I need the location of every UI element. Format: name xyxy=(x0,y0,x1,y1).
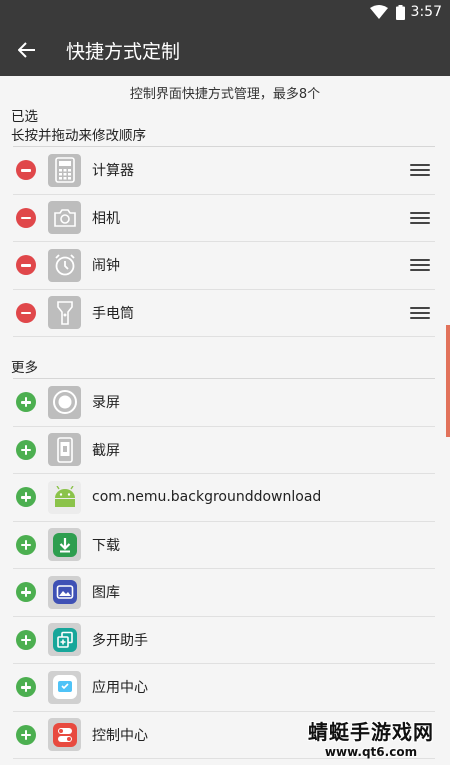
calculator-icon xyxy=(48,153,81,187)
watermark: 蜻蜓手游戏网 www.qt6.com xyxy=(308,716,434,759)
status-time: 3:57 xyxy=(410,4,442,20)
android-icon xyxy=(48,480,81,514)
selected-list: 计算器 相机 闹钟 手电筒 xyxy=(13,146,435,337)
list-item-flashlight[interactable]: 手电筒 xyxy=(13,290,435,337)
drag-handle-icon[interactable] xyxy=(410,164,430,177)
add-button[interactable] xyxy=(16,534,36,555)
remove-button[interactable] xyxy=(16,160,36,181)
list-item-screen-record[interactable]: 录屏 xyxy=(13,379,435,427)
list-item-alarm[interactable]: 闹钟 xyxy=(13,242,435,290)
page-title: 快捷方式定制 xyxy=(66,40,181,63)
add-button[interactable] xyxy=(16,439,36,460)
alarm-clock-icon xyxy=(48,248,81,282)
list-item-label: 录屏 xyxy=(92,395,120,412)
list-item-label: 手电筒 xyxy=(92,305,134,322)
remove-button[interactable] xyxy=(16,207,36,228)
list-item-label: 应用中心 xyxy=(92,680,148,697)
list-item-label: 多开助手 xyxy=(92,632,148,649)
list-item-camera[interactable]: 相机 xyxy=(13,195,435,242)
multi-open-icon xyxy=(48,623,81,657)
add-button[interactable] xyxy=(16,582,36,603)
screen-record-icon xyxy=(48,385,81,419)
selected-section-title: 已选 xyxy=(11,109,38,125)
add-button[interactable] xyxy=(16,677,36,698)
list-item-download[interactable]: 下载 xyxy=(13,522,435,569)
watermark-url: www.qt6.com xyxy=(324,745,418,759)
add-button[interactable] xyxy=(16,629,36,650)
list-item-label: 计算器 xyxy=(92,163,134,180)
drag-handle-icon[interactable] xyxy=(410,259,430,272)
list-item-label: 图库 xyxy=(92,585,120,602)
app-center-icon xyxy=(48,670,81,704)
remove-button[interactable] xyxy=(16,255,36,276)
list-item-calculator[interactable]: 计算器 xyxy=(13,147,435,195)
list-item-label: com.nemu.backgrounddownload xyxy=(92,489,322,506)
arrow-left-icon xyxy=(18,42,35,58)
battery-icon xyxy=(395,4,405,20)
status-bar: 3:57 xyxy=(0,0,450,24)
screenshot-icon xyxy=(48,433,81,467)
flashlight-icon xyxy=(48,296,81,330)
download-icon xyxy=(48,528,81,562)
more-list: 录屏 截屏 com.nemu.backgrounddownload 下载 图库 xyxy=(13,378,435,759)
app-bar: 快捷方式定制 xyxy=(0,24,450,76)
more-section-title: 更多 xyxy=(11,360,38,376)
camera-icon xyxy=(48,201,81,235)
drag-handle-icon[interactable] xyxy=(410,306,430,319)
list-item-label: 相机 xyxy=(92,210,120,227)
add-button[interactable] xyxy=(16,487,36,508)
selected-section-subtitle: 长按并拖动来修改顺序 xyxy=(11,128,146,144)
list-item-label: 下载 xyxy=(92,537,120,554)
back-button[interactable] xyxy=(0,24,54,76)
scrollbar[interactable] xyxy=(446,325,450,437)
drag-handle-icon[interactable] xyxy=(410,211,430,224)
list-item-label: 截屏 xyxy=(92,442,120,459)
add-button[interactable] xyxy=(16,392,36,413)
list-item-gallery[interactable]: 图库 xyxy=(13,569,435,617)
list-item-background-download[interactable]: com.nemu.backgrounddownload xyxy=(13,474,435,522)
wifi-icon xyxy=(369,5,388,19)
watermark-title: 蜻蜓手游戏网 xyxy=(308,720,434,744)
gallery-icon xyxy=(48,575,81,609)
control-center-icon xyxy=(48,718,81,752)
list-item-screenshot[interactable]: 截屏 xyxy=(13,427,435,474)
list-item-label: 控制中心 xyxy=(92,727,148,744)
list-item-app-center[interactable]: 应用中心 xyxy=(13,664,435,712)
hint-text: 控制界面快捷方式管理，最多8个 xyxy=(129,87,321,102)
add-button[interactable] xyxy=(16,724,36,745)
list-item-label: 闹钟 xyxy=(92,258,120,275)
remove-button[interactable] xyxy=(16,302,36,323)
list-item-multi-open[interactable]: 多开助手 xyxy=(13,617,435,664)
